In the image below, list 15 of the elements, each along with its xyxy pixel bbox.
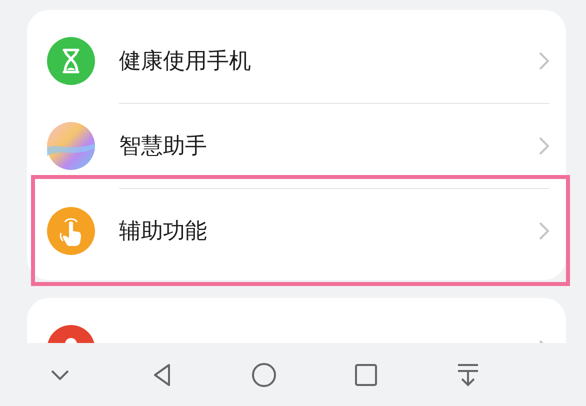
notification-pull-icon[interactable] bbox=[455, 362, 481, 388]
recents-icon[interactable] bbox=[353, 362, 379, 388]
settings-label: 辅助功能 bbox=[119, 218, 208, 246]
settings-row[interactable]: 健康使用手机 bbox=[27, 18, 566, 103]
settings-label: 智慧助手 bbox=[119, 132, 208, 160]
hand-icon bbox=[47, 206, 95, 254]
settings-label: 健康使用手机 bbox=[119, 48, 252, 76]
home-icon[interactable] bbox=[251, 362, 277, 388]
settings-row[interactable]: 智慧助手 bbox=[27, 103, 566, 188]
chevron-icon bbox=[539, 52, 549, 70]
hourglass-icon bbox=[47, 36, 95, 84]
orb-icon bbox=[47, 122, 95, 170]
chevron-icon bbox=[539, 136, 549, 154]
chevron-icon bbox=[539, 222, 549, 240]
settings-row[interactable]: 辅助功能 bbox=[27, 188, 566, 273]
